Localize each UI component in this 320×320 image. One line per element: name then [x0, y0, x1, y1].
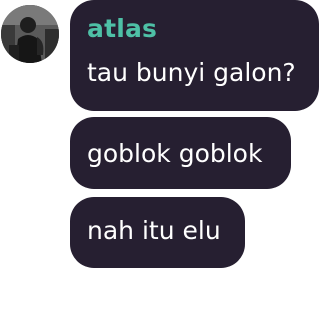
message-bubble[interactable]: nah itu elu: [70, 197, 245, 268]
message-text: goblok goblok: [87, 139, 263, 168]
avatar[interactable]: [1, 5, 59, 63]
message-text: tau bunyi galon?: [87, 58, 296, 87]
sender-name[interactable]: atlas: [87, 14, 157, 43]
message-text: nah itu elu: [87, 216, 221, 245]
chat-thread: atlas tau bunyi galon? goblok goblok nah…: [0, 0, 320, 320]
message-bubble[interactable]: goblok goblok: [70, 117, 291, 189]
message-bubble[interactable]: atlas tau bunyi galon?: [70, 0, 319, 111]
user-photo-icon: [1, 5, 59, 63]
